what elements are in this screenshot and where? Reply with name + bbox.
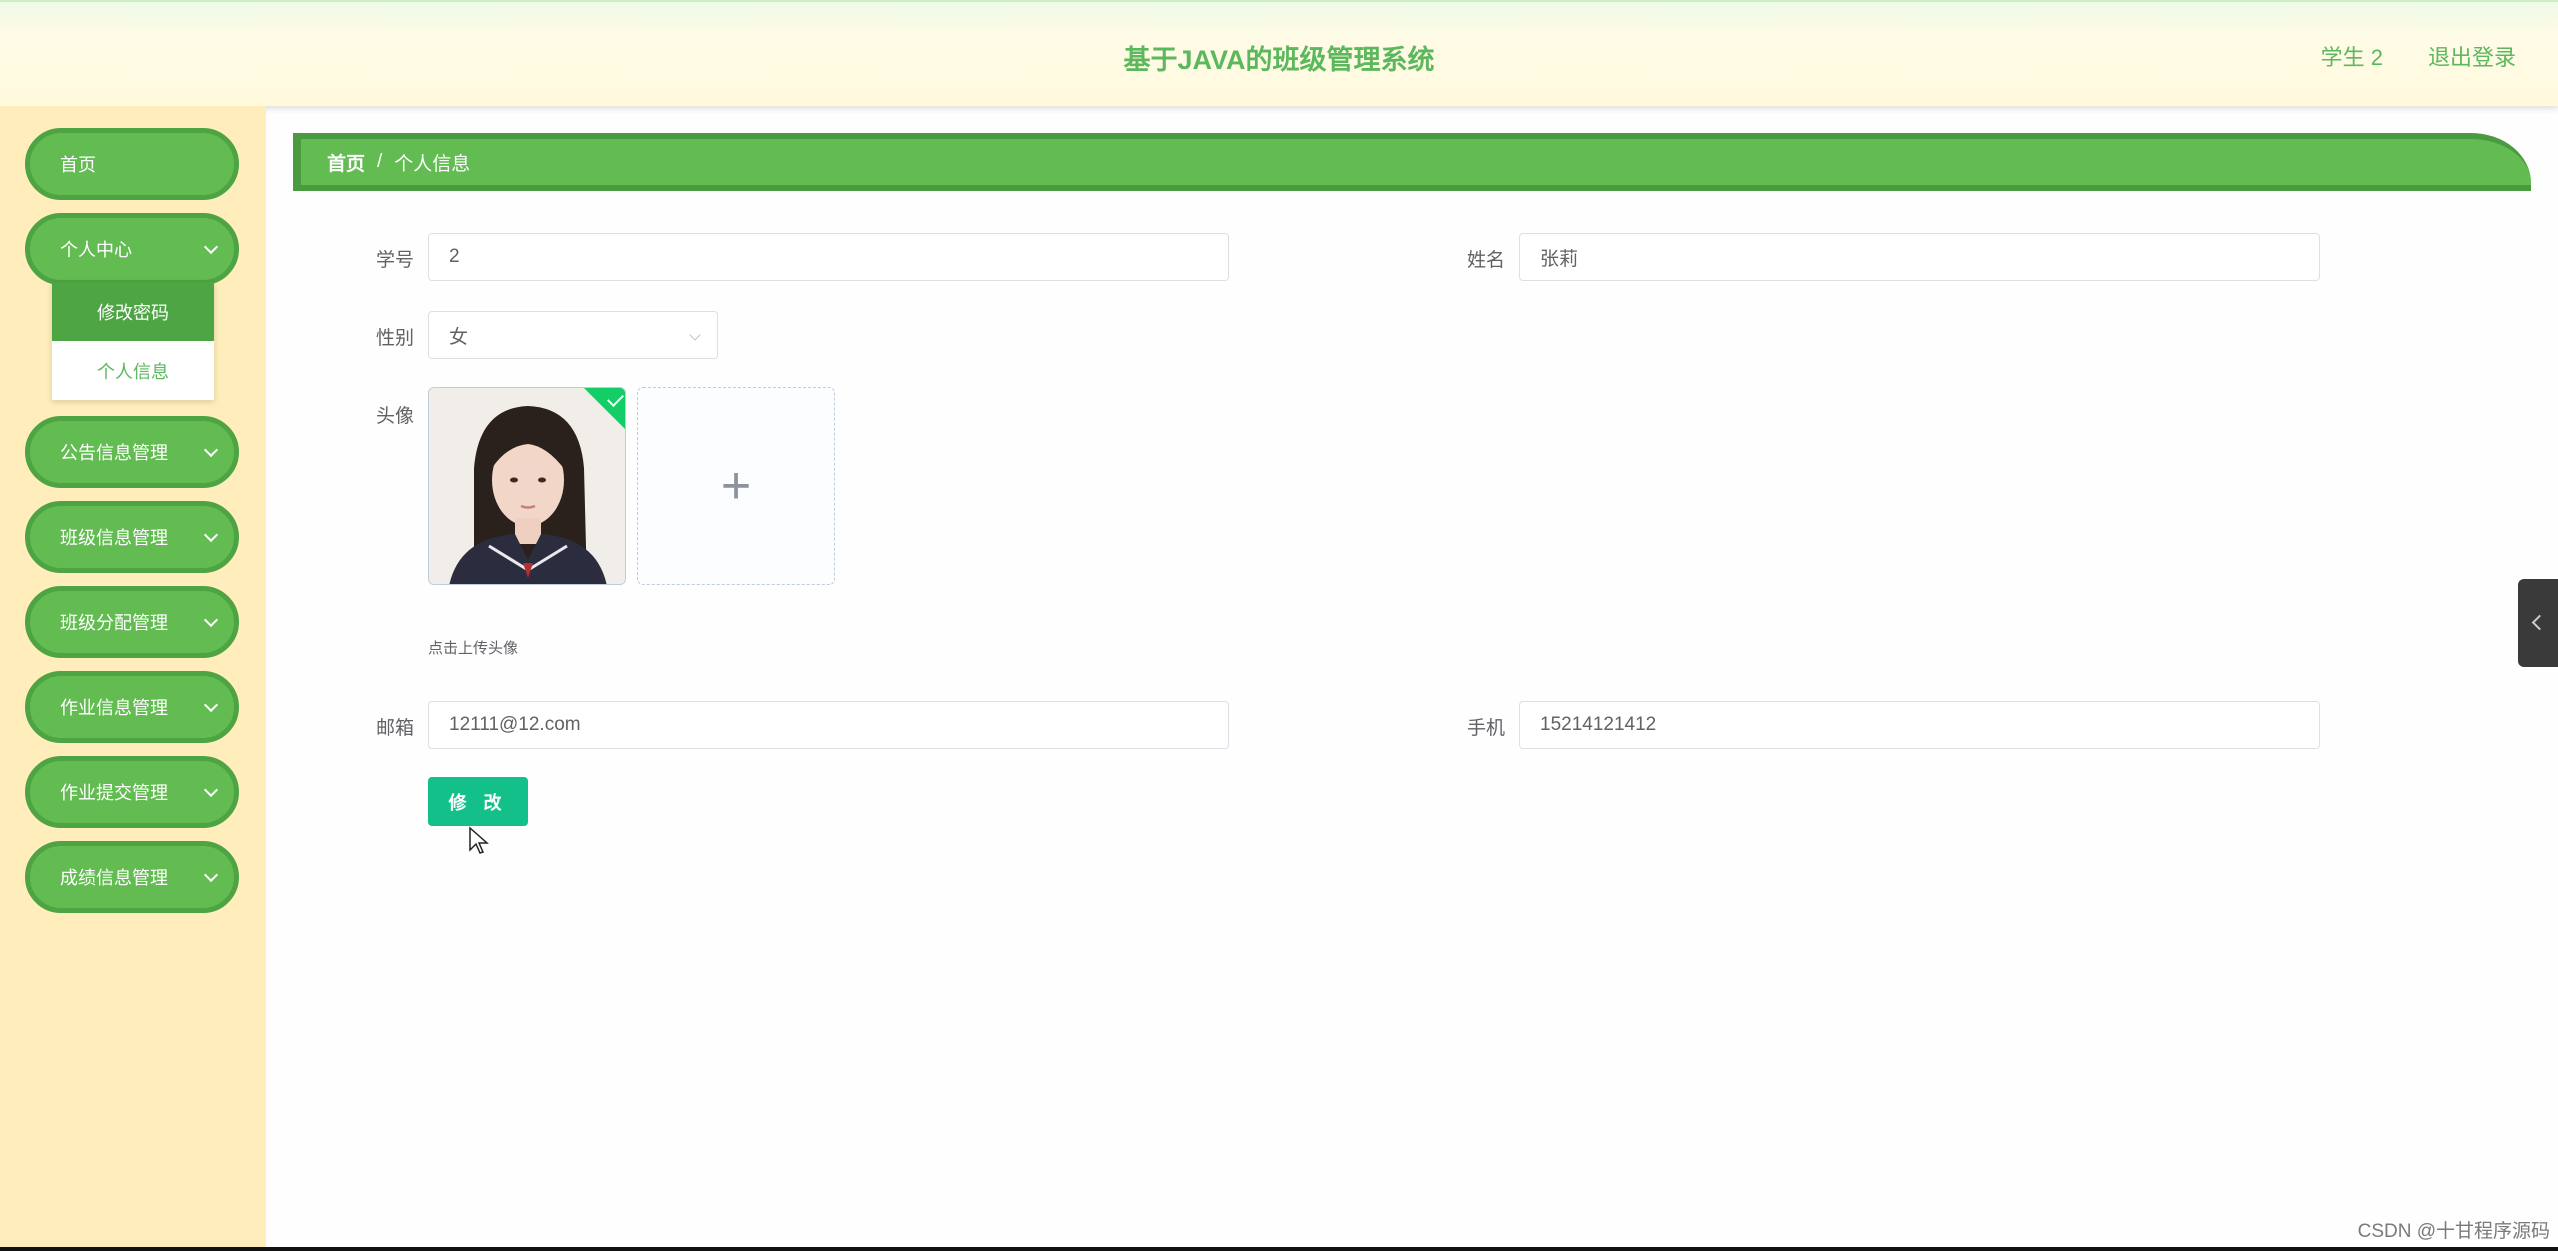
submenu-item-personal-info[interactable]: 个人信息 [52,341,214,400]
sidebar-item-grade-management[interactable]: 成绩信息管理 [25,841,239,913]
breadcrumb: 首页 / 个人信息 [293,133,2531,191]
sidebar-item-label: 个人中心 [60,240,132,260]
submenu-item-change-password[interactable]: 修改密码 [52,282,214,341]
sidebar-item-homework-submission[interactable]: 作业提交管理 [25,756,239,828]
mouse-cursor-icon [469,826,489,854]
watermark: CSDN @十甘程序源码 [2357,1221,2550,1242]
breadcrumb-current: 个人信息 [394,153,471,175]
submit-button[interactable]: 修 改 [428,777,528,826]
gender-select[interactable]: 女 [428,311,718,359]
gender-select-value: 女 [449,326,469,348]
app-title: 基于JAVA的班级管理系统 [1123,45,1435,75]
chevron-down-icon [203,612,219,628]
student-id-label: 学号 [375,250,414,271]
chevron-down-icon [203,239,219,255]
sidebar-item-label: 首页 [60,155,96,175]
name-label: 姓名 [1466,250,1505,271]
sidebar-item-label: 作业提交管理 [60,783,168,803]
email-label: 邮箱 [375,718,414,739]
sidebar-item-homework-management[interactable]: 作业信息管理 [25,671,239,743]
sidebar-item-home[interactable]: 首页 [25,128,239,200]
avatar-label: 头像 [375,406,414,427]
top-header: 基于JAVA的班级管理系统 学生 2 退出登录 [0,0,2558,106]
breadcrumb-separator: / [377,151,383,172]
avatar-photo [429,388,625,584]
sidebar: 首页 个人中心 修改密码 个人信息 公告信息管理 班级信息管理 班级分配管理 作… [0,106,266,1247]
sidebar-item-label: 班级信息管理 [60,528,168,548]
chevron-down-icon [203,527,219,543]
chevron-down-icon [203,697,219,713]
sidebar-item-label: 公告信息管理 [60,443,168,463]
sidebar-item-label: 作业信息管理 [60,698,168,718]
avatar-upload-tip: 点击上传头像 [428,640,519,657]
collapse-panel-tab[interactable] [2518,579,2558,667]
chevron-down-icon [203,442,219,458]
chevron-down-icon [203,867,219,883]
phone-field[interactable]: 15214121412 [1519,701,2320,749]
sidebar-item-class-management[interactable]: 班级信息管理 [25,501,239,573]
chevron-left-icon [2531,614,2548,631]
student-id-field[interactable]: 2 [428,233,1229,281]
email-field[interactable]: 12111@12.com [428,701,1229,749]
plus-icon: + [720,457,752,515]
breadcrumb-home[interactable]: 首页 [327,149,365,176]
avatar-upload-button[interactable]: + [637,387,835,585]
phone-label: 手机 [1466,718,1505,739]
personal-center-submenu: 修改密码 个人信息 [52,282,214,400]
gender-label: 性别 [375,328,414,349]
sidebar-item-class-assignment[interactable]: 班级分配管理 [25,586,239,658]
chevron-down-icon [689,329,701,341]
name-field[interactable]: 张莉 [1519,233,2320,281]
bottom-border [0,1247,2558,1251]
sidebar-item-notice-management[interactable]: 公告信息管理 [25,416,239,488]
sidebar-item-label: 成绩信息管理 [60,868,168,888]
avatar-thumbnail[interactable] [428,387,626,585]
chevron-down-icon [203,782,219,798]
current-user: 学生 2 [2320,45,2383,70]
logout-link[interactable]: 退出登录 [2428,40,2516,72]
sidebar-item-personal-center[interactable]: 个人中心 [25,213,239,285]
sidebar-item-label: 班级分配管理 [60,613,168,633]
